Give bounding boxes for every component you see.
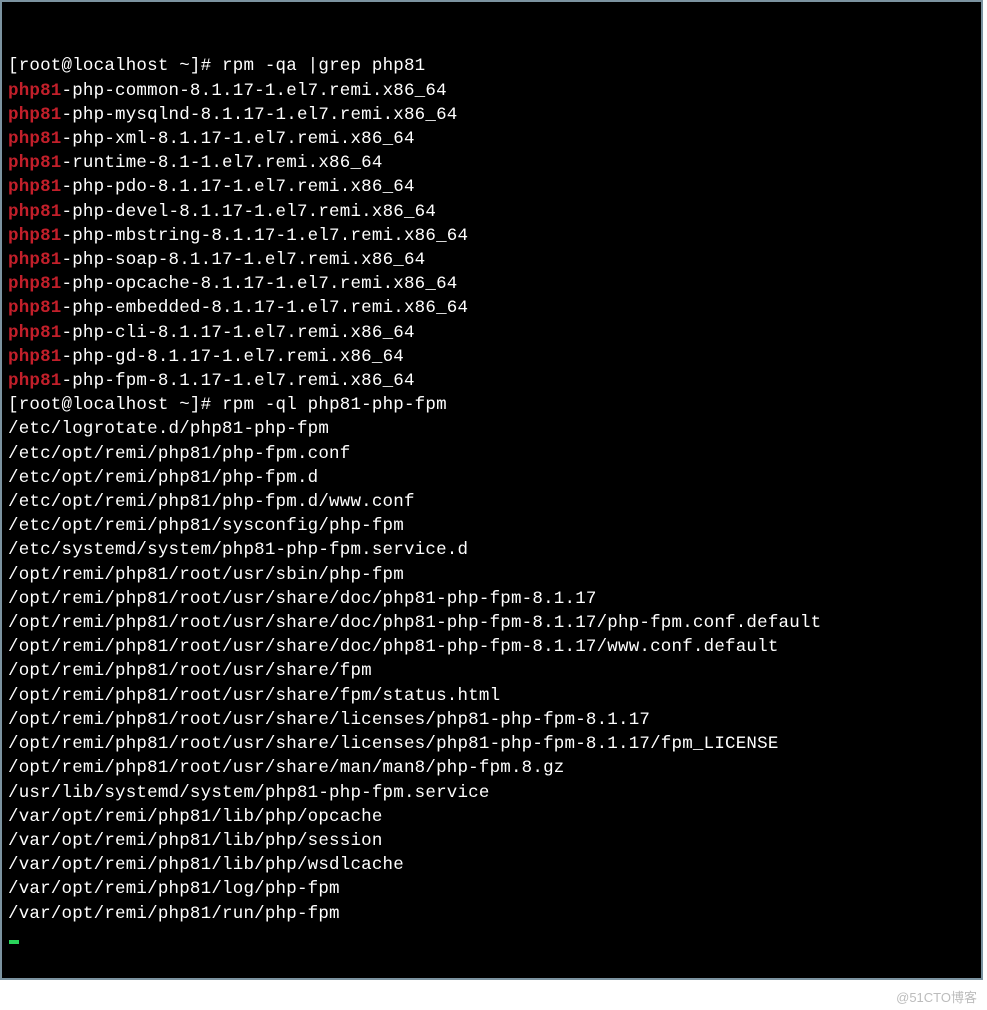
- package-suffix: -php-mbstring-8.1.17-1.el7.remi.x86_64: [62, 226, 469, 246]
- file-path-line: /etc/systemd/system/php81-php-fpm.servic…: [8, 538, 979, 562]
- file-path-line: /opt/remi/php81/root/usr/share/fpm: [8, 659, 979, 683]
- package-line: php81-php-fpm-8.1.17-1.el7.remi.x86_64: [8, 369, 979, 393]
- file-path-line: /etc/opt/remi/php81/sysconfig/php-fpm: [8, 514, 979, 538]
- grep-match: php81: [8, 129, 62, 149]
- file-path-line: /opt/remi/php81/root/usr/share/licenses/…: [8, 732, 979, 756]
- file-path-line: /usr/lib/systemd/system/php81-php-fpm.se…: [8, 781, 979, 805]
- file-path-line: /etc/logrotate.d/php81-php-fpm: [8, 417, 979, 441]
- package-suffix: -php-common-8.1.17-1.el7.remi.x86_64: [62, 81, 447, 101]
- grep-match: php81: [8, 274, 62, 294]
- package-suffix: -php-xml-8.1.17-1.el7.remi.x86_64: [62, 129, 415, 149]
- prompt-line-2: [root@localhost ~]# rpm -ql php81-php-fp…: [8, 393, 979, 417]
- cursor-icon: [9, 940, 19, 944]
- file-list: /etc/logrotate.d/php81-php-fpm/etc/opt/r…: [8, 417, 979, 925]
- file-path-line: /var/opt/remi/php81/lib/php/wsdlcache: [8, 853, 979, 877]
- file-path-line: /var/opt/remi/php81/lib/php/opcache: [8, 805, 979, 829]
- file-path-line: /etc/opt/remi/php81/php-fpm.d: [8, 466, 979, 490]
- file-path-line: /opt/remi/php81/root/usr/share/fpm/statu…: [8, 684, 979, 708]
- package-line: php81-php-xml-8.1.17-1.el7.remi.x86_64: [8, 127, 979, 151]
- shell-prompt: [root@localhost ~]#: [8, 56, 222, 76]
- package-list: php81-php-common-8.1.17-1.el7.remi.x86_6…: [8, 79, 979, 394]
- file-path-line: /etc/opt/remi/php81/php-fpm.conf: [8, 442, 979, 466]
- file-path-line: /etc/opt/remi/php81/php-fpm.d/www.conf: [8, 490, 979, 514]
- shell-prompt: [root@localhost ~]#: [8, 395, 222, 415]
- package-suffix: -php-gd-8.1.17-1.el7.remi.x86_64: [62, 347, 404, 367]
- package-suffix: -php-soap-8.1.17-1.el7.remi.x86_64: [62, 250, 426, 270]
- package-suffix: -php-cli-8.1.17-1.el7.remi.x86_64: [62, 323, 415, 343]
- file-path-line: /opt/remi/php81/root/usr/share/doc/php81…: [8, 587, 979, 611]
- watermark-text: @51CTO博客: [0, 980, 987, 1010]
- prompt-line-1: [root@localhost ~]# rpm -qa |grep php81: [8, 54, 979, 78]
- file-path-line: /opt/remi/php81/root/usr/share/doc/php81…: [8, 635, 979, 659]
- file-path-line: /opt/remi/php81/root/usr/share/licenses/…: [8, 708, 979, 732]
- file-path-line: /var/opt/remi/php81/log/php-fpm: [8, 877, 979, 901]
- grep-match: php81: [8, 250, 62, 270]
- package-suffix: -php-pdo-8.1.17-1.el7.remi.x86_64: [62, 177, 415, 197]
- package-line: php81-php-soap-8.1.17-1.el7.remi.x86_64: [8, 248, 979, 272]
- package-line: php81-php-common-8.1.17-1.el7.remi.x86_6…: [8, 79, 979, 103]
- grep-match: php81: [8, 81, 62, 101]
- package-suffix: -php-embedded-8.1.17-1.el7.remi.x86_64: [62, 298, 469, 318]
- package-suffix: -php-mysqlnd-8.1.17-1.el7.remi.x86_64: [62, 105, 458, 125]
- package-line: php81-php-opcache-8.1.17-1.el7.remi.x86_…: [8, 272, 979, 296]
- package-suffix: -php-opcache-8.1.17-1.el7.remi.x86_64: [62, 274, 458, 294]
- package-line: php81-php-gd-8.1.17-1.el7.remi.x86_64: [8, 345, 979, 369]
- file-path-line: /opt/remi/php81/root/usr/share/doc/php81…: [8, 611, 979, 635]
- grep-match: php81: [8, 105, 62, 125]
- file-path-line: /opt/remi/php81/root/usr/sbin/php-fpm: [8, 563, 979, 587]
- package-line: php81-php-devel-8.1.17-1.el7.remi.x86_64: [8, 200, 979, 224]
- file-path-line: /opt/remi/php81/root/usr/share/man/man8/…: [8, 756, 979, 780]
- package-suffix: -php-devel-8.1.17-1.el7.remi.x86_64: [62, 202, 437, 222]
- package-line: php81-php-pdo-8.1.17-1.el7.remi.x86_64: [8, 175, 979, 199]
- grep-match: php81: [8, 347, 62, 367]
- package-suffix: -php-fpm-8.1.17-1.el7.remi.x86_64: [62, 371, 415, 391]
- grep-match: php81: [8, 177, 62, 197]
- command-text: rpm -qa |grep php81: [222, 56, 425, 76]
- package-line: php81-runtime-8.1-1.el7.remi.x86_64: [8, 151, 979, 175]
- package-line: php81-php-mbstring-8.1.17-1.el7.remi.x86…: [8, 224, 979, 248]
- terminal-output[interactable]: [root@localhost ~]# rpm -qa |grep php81p…: [0, 0, 983, 980]
- grep-match: php81: [8, 323, 62, 343]
- package-line: php81-php-cli-8.1.17-1.el7.remi.x86_64: [8, 321, 979, 345]
- grep-match: php81: [8, 226, 62, 246]
- command-text: rpm -ql php81-php-fpm: [222, 395, 447, 415]
- grep-match: php81: [8, 202, 62, 222]
- grep-match: php81: [8, 153, 62, 173]
- file-path-line: /var/opt/remi/php81/lib/php/session: [8, 829, 979, 853]
- file-path-line: /var/opt/remi/php81/run/php-fpm: [8, 902, 979, 926]
- grep-match: php81: [8, 298, 62, 318]
- package-suffix: -runtime-8.1-1.el7.remi.x86_64: [62, 153, 383, 173]
- package-line: php81-php-embedded-8.1.17-1.el7.remi.x86…: [8, 296, 979, 320]
- package-line: php81-php-mysqlnd-8.1.17-1.el7.remi.x86_…: [8, 103, 979, 127]
- cursor-line: [8, 926, 979, 950]
- grep-match: php81: [8, 371, 62, 391]
